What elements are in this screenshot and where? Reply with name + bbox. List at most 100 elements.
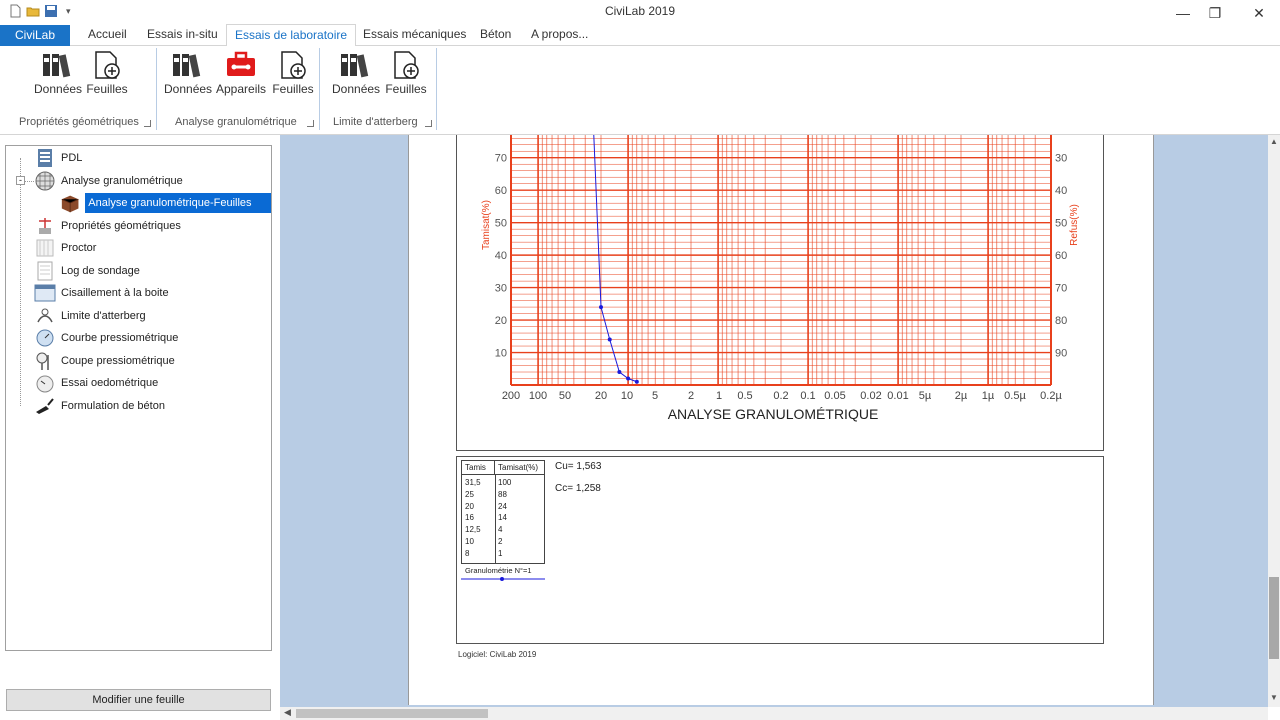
legend-label: Granulométrie N°=1 — [465, 566, 532, 575]
table-header-tamis: Tamis — [462, 461, 495, 475]
table-cell: 25 — [465, 489, 474, 499]
y-tick-label: 60 — [495, 185, 507, 197]
scale-icon — [39, 218, 51, 234]
close-button[interactable]: ✕ — [1239, 2, 1279, 24]
donnees-label: Données — [164, 82, 213, 96]
donnees-label: Données — [332, 82, 381, 96]
x-tick-label: 10 — [621, 390, 633, 402]
tree-item-proctor[interactable]: Proctor — [34, 237, 96, 259]
tree-item-coupe-pressiometrique[interactable]: Coupe pressiométrique — [34, 350, 175, 372]
trowel-icon — [36, 398, 54, 414]
table-cell: 100 — [498, 478, 512, 487]
donnees-label: Données — [34, 82, 83, 96]
y-axis-label: Tamisat(%) — [481, 200, 492, 250]
data-point — [607, 337, 612, 342]
table-cell: 10 — [465, 536, 474, 546]
table-cell: 2 — [498, 536, 503, 546]
table-cell: 14 — [498, 513, 507, 523]
table-header-tamisat: Tamisat(%) — [495, 461, 544, 475]
table-cell: 20 — [465, 501, 474, 511]
x-tick-label: 5µ — [919, 390, 932, 402]
donnees-button-granulo[interactable]: Données — [164, 50, 213, 96]
x-tick-label: 0.5 — [737, 390, 752, 402]
tree-item-formulation-beton[interactable]: Formulation de béton — [34, 395, 165, 417]
dialog-launcher-icon[interactable] — [307, 120, 314, 127]
vertical-scrollbar[interactable]: ▲ ▼ — [1268, 135, 1280, 707]
x-tick-label: 0.02 — [860, 390, 881, 402]
dialog-launcher-icon[interactable] — [144, 120, 151, 127]
y-tick-label: 30 — [495, 283, 507, 295]
appareils-button[interactable]: Appareils — [216, 50, 266, 96]
scroll-left-icon[interactable]: ◀ — [284, 707, 291, 718]
scroll-up-icon[interactable]: ▲ — [1270, 137, 1278, 146]
tree-item-essai-oedometrique[interactable]: Essai oedométrique — [34, 372, 158, 394]
binders-icon — [43, 54, 71, 78]
tree-item-courbe-pressiometrique[interactable]: Courbe pressiométrique — [34, 327, 178, 349]
tree-item-analyse-granulometrique[interactable]: Analyse granulométrique — [34, 170, 183, 192]
footer-text: Logiciel: CiviLab 2019 — [458, 650, 537, 659]
horizontal-scrollbar[interactable]: ◀ — [280, 707, 1268, 720]
tree-item-limite-atterberg[interactable]: Limite d'atterberg — [34, 305, 146, 327]
add-sheet-icon — [281, 51, 306, 79]
feuilles-label: Feuilles — [385, 82, 427, 96]
shear-box-icon — [34, 284, 56, 302]
feuilles-button-atterberg[interactable]: Feuilles — [385, 50, 427, 96]
feuilles-button-geom[interactable]: Feuilles — [86, 50, 128, 96]
scroll-down-icon[interactable]: ▼ — [1270, 693, 1278, 702]
box-icon — [61, 195, 79, 213]
x-tick-label: 1 — [716, 390, 722, 402]
y-tick-label: 40 — [495, 250, 507, 262]
tree-item-log-de-sondage[interactable]: Log de sondage — [34, 260, 140, 282]
x-tick-label: 2 — [688, 390, 694, 402]
pressure-cut-icon — [36, 352, 49, 370]
group-label-atterberg: Limite d'atterberg — [333, 116, 418, 128]
tab-essais-mecaniques[interactable]: Essais mécaniques — [355, 24, 474, 46]
window-title: CiviLab 2019 — [604, 4, 676, 18]
dialog-launcher-icon[interactable] — [425, 120, 432, 127]
x-tick-label: 0.2 — [773, 390, 788, 402]
tree-line — [20, 158, 21, 406]
scroll-thumb[interactable] — [296, 709, 488, 718]
table-cell: 1 — [498, 548, 503, 558]
modify-sheet-button[interactable]: Modifier une feuille — [6, 689, 271, 711]
toolbox-icon — [227, 51, 255, 76]
donnees-button-geom[interactable]: Données — [34, 50, 83, 96]
scroll-thumb[interactable] — [1269, 577, 1279, 659]
collapse-toggle-icon[interactable]: - — [16, 176, 25, 185]
log-icon — [37, 261, 53, 281]
tab-civilab[interactable]: CiviLab — [0, 25, 70, 47]
donnees-button-atterberg[interactable]: Données — [332, 50, 381, 96]
y2-tick-label: 80 — [1055, 315, 1067, 327]
tab-essais-de-laboratoire[interactable]: Essais de laboratoire — [226, 24, 357, 47]
tab-essais-in-situ[interactable]: Essais in-situ — [139, 24, 226, 46]
data-point — [634, 379, 639, 384]
x-tick-label: 100 — [529, 390, 547, 402]
feuilles-label: Feuilles — [272, 82, 314, 96]
tab-accueil[interactable]: Accueil — [80, 24, 135, 46]
y2-axis-label: Refus(%) — [1069, 204, 1080, 246]
tab-a-propos[interactable]: A propos... — [523, 24, 596, 46]
x-tick-label: 5 — [652, 390, 658, 402]
group-separator — [319, 48, 320, 130]
y2-tick-label: 60 — [1055, 250, 1067, 262]
tree-item-proprietes-geometriques[interactable]: Propriétés géométriques — [34, 215, 181, 237]
add-sheet-icon — [394, 51, 419, 79]
ribbon-tabs: CiviLab Accueil Essais in-situ Essais de… — [0, 24, 1280, 47]
maximize-button[interactable]: ❐ — [1195, 2, 1235, 24]
group-separator — [156, 48, 157, 130]
feuilles-button-granulo[interactable]: Feuilles — [272, 50, 314, 96]
tree-item-granulo-feuille[interactable]: Analyse granulométrique-Feuilles N°=1- — [60, 192, 271, 229]
table-cell: 12,5 — [465, 525, 481, 535]
proctor-icon — [36, 239, 54, 257]
atterberg-icon — [37, 308, 53, 323]
y-tick-label: 20 — [495, 315, 507, 327]
tamisat-column: 100 88 24 14 4 2 1 — [495, 477, 511, 560]
tree-item-cisaillement[interactable]: Cisaillement à la boite — [34, 282, 169, 304]
tree-item-pdl[interactable]: PDL — [34, 147, 82, 169]
tab-beton[interactable]: Béton — [472, 24, 519, 46]
group-label-geom: Propriétés géométriques — [19, 116, 139, 128]
data-point — [617, 370, 622, 375]
table-cell: 88 — [498, 489, 507, 499]
x-tick-label: 1µ — [982, 390, 995, 402]
x-tick-label: 0.2µ — [1040, 390, 1062, 402]
